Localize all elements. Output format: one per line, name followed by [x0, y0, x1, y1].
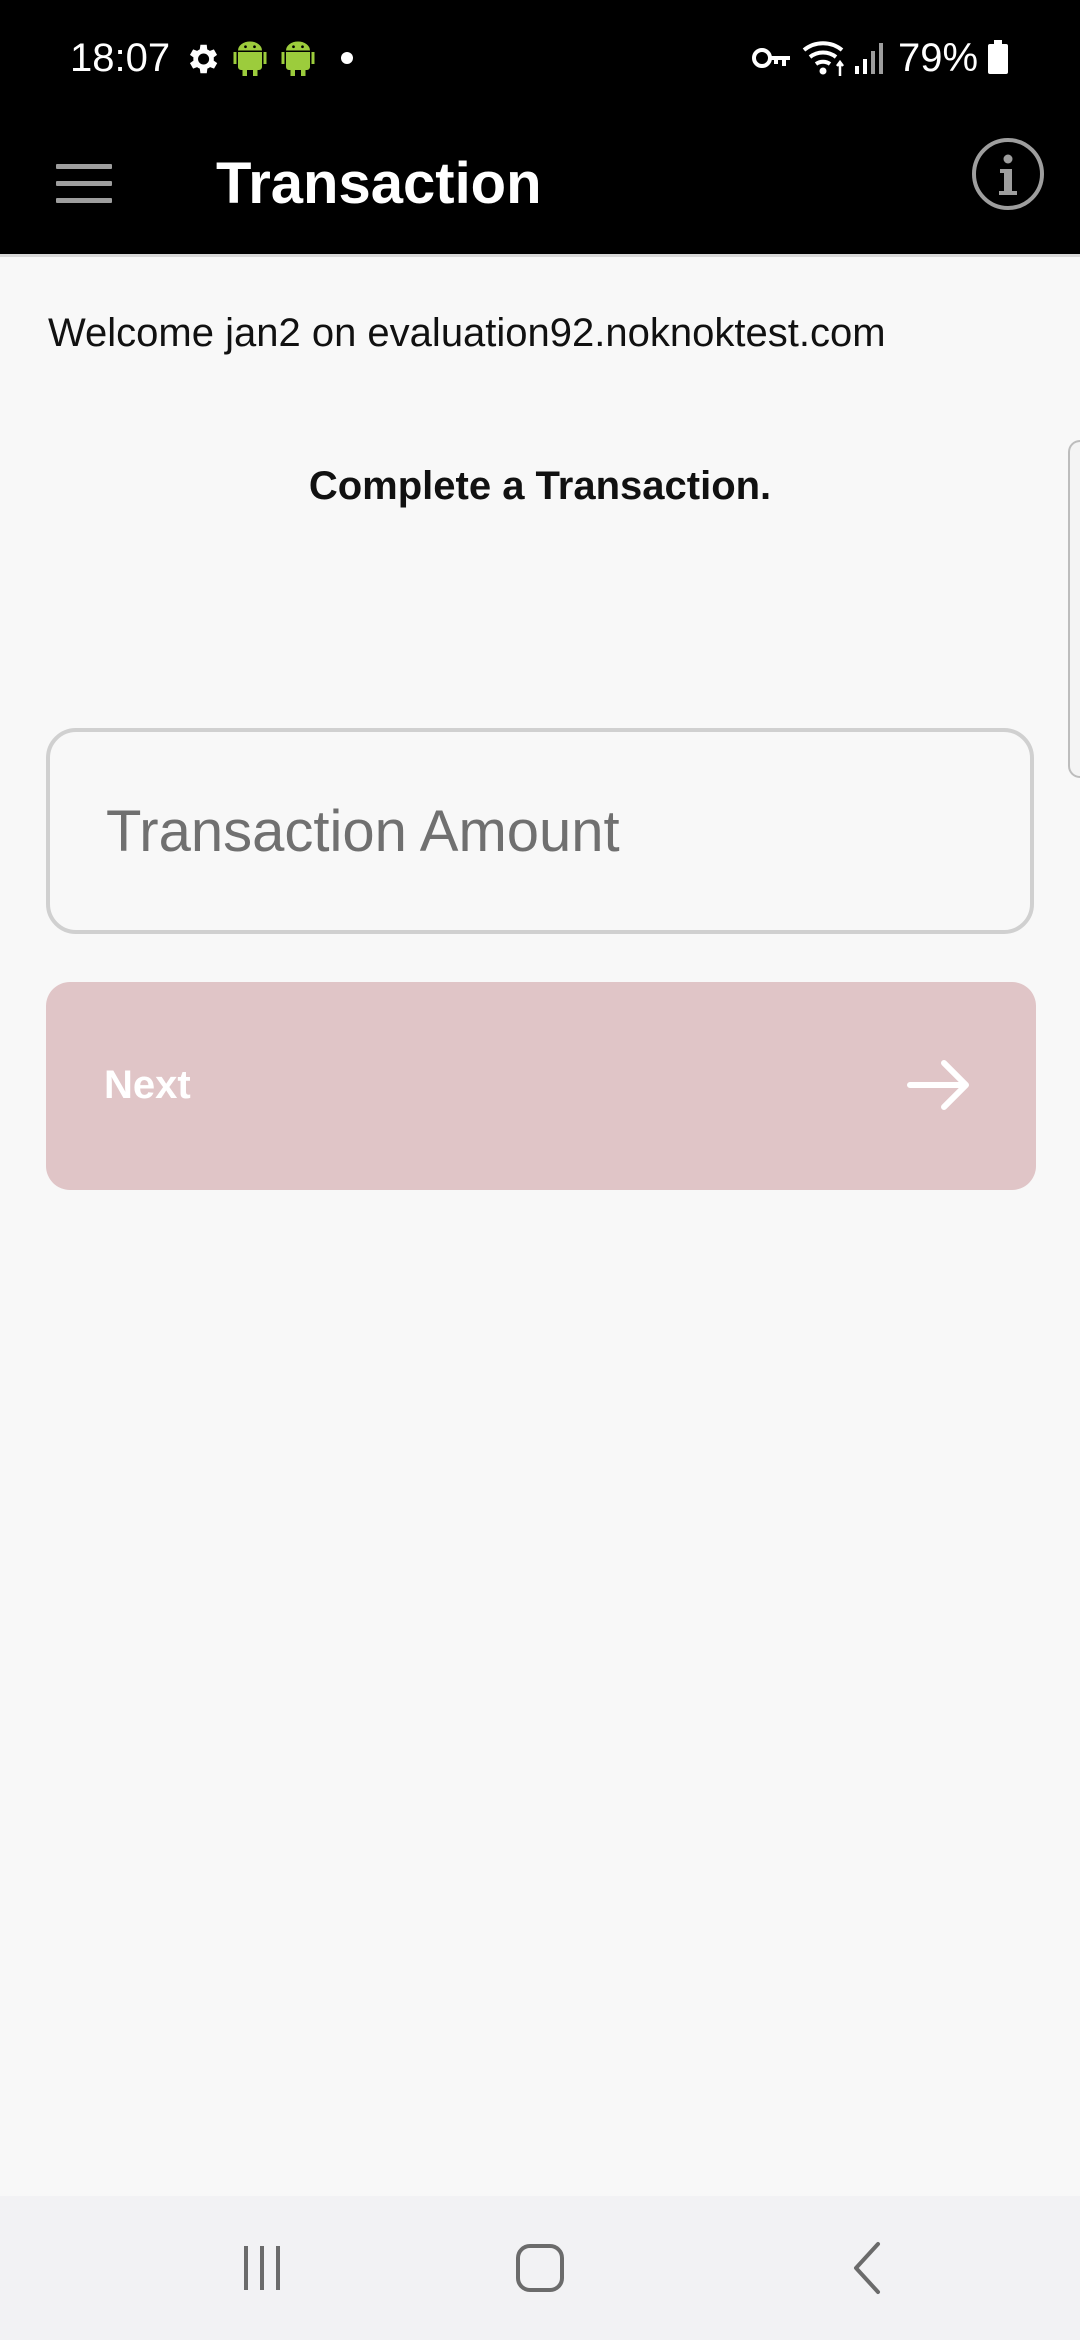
transaction-amount-input[interactable]: [46, 728, 1034, 934]
info-button[interactable]: [972, 138, 1044, 210]
app-bar: Transaction: [0, 114, 1080, 254]
back-button[interactable]: [768, 2196, 968, 2340]
system-nav-bar: [0, 2196, 1080, 2340]
wifi-icon: [802, 41, 844, 76]
page-title: Transaction: [216, 151, 542, 216]
app-bar-divider: [0, 254, 1080, 257]
info-icon: [999, 154, 1017, 195]
android-icon: [281, 41, 315, 76]
status-time: 18:07: [70, 36, 171, 80]
welcome-message: Welcome jan2 on evaluation92.noknoktest.…: [48, 311, 886, 355]
edge-panel-handle[interactable]: [1068, 440, 1080, 778]
battery-percentage: 79%: [898, 36, 979, 80]
hamburger-menu-button[interactable]: [44, 144, 124, 224]
vpn-key-icon: [752, 48, 790, 68]
status-bar: 18:07 79%: [0, 0, 1080, 114]
notification-dot-icon: [341, 52, 353, 64]
recents-button[interactable]: [162, 2196, 362, 2340]
hamburger-menu-icon: [56, 164, 112, 169]
recents-icon: [244, 2246, 280, 2290]
signal-icon: [855, 43, 883, 74]
home-button[interactable]: [440, 2196, 640, 2340]
hamburger-menu-line: [56, 198, 112, 203]
back-icon: [854, 2242, 880, 2294]
next-button[interactable]: Next: [46, 982, 1036, 1190]
section-heading: Complete a Transaction.: [308, 464, 772, 508]
hamburger-menu-line: [56, 181, 112, 186]
battery-icon: [988, 40, 1008, 74]
home-icon: [516, 2244, 564, 2292]
settings-gear-icon: [189, 44, 218, 74]
arrow-right-icon: [907, 1060, 969, 1110]
next-button-label: Next: [104, 1063, 191, 1107]
android-icon: [233, 41, 267, 76]
